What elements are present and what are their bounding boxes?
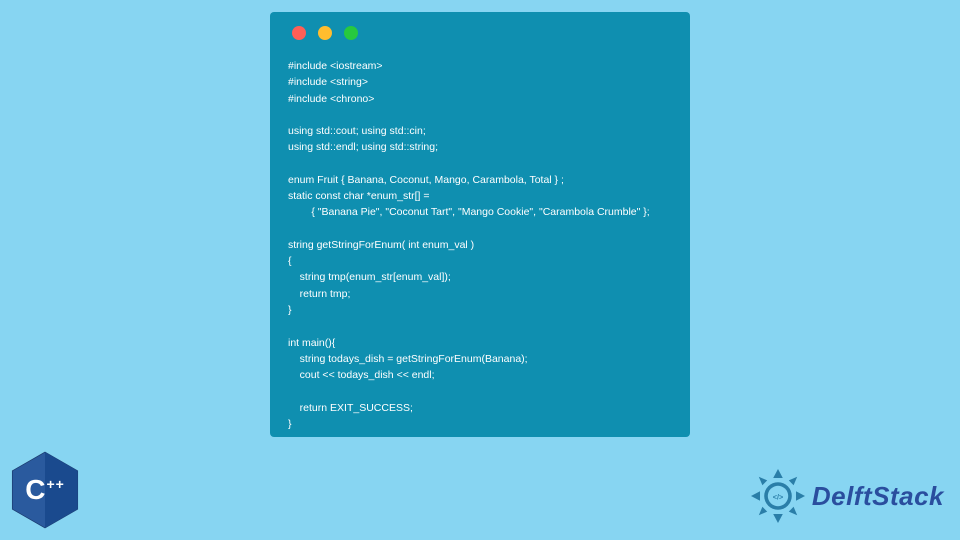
code-window: #include <iostream> #include <string> #i… (270, 12, 690, 437)
window-controls (292, 26, 672, 40)
code-block: #include <iostream> #include <string> #i… (288, 58, 672, 432)
maximize-icon[interactable] (344, 26, 358, 40)
minimize-icon[interactable] (318, 26, 332, 40)
cpp-plusplus: ++ (46, 476, 64, 492)
brand-name-text: DelftStack (812, 481, 944, 511)
svg-text:</>: </> (773, 493, 783, 502)
cpp-logo: C++ (0, 440, 90, 540)
brand-name: DelftStack (812, 481, 944, 512)
cpp-logo-text: C++ (25, 474, 65, 506)
gear-icon: </> (748, 466, 808, 526)
close-icon[interactable] (292, 26, 306, 40)
cpp-letter: C (25, 474, 46, 505)
delftstack-logo: </> DelftStack (748, 466, 944, 526)
